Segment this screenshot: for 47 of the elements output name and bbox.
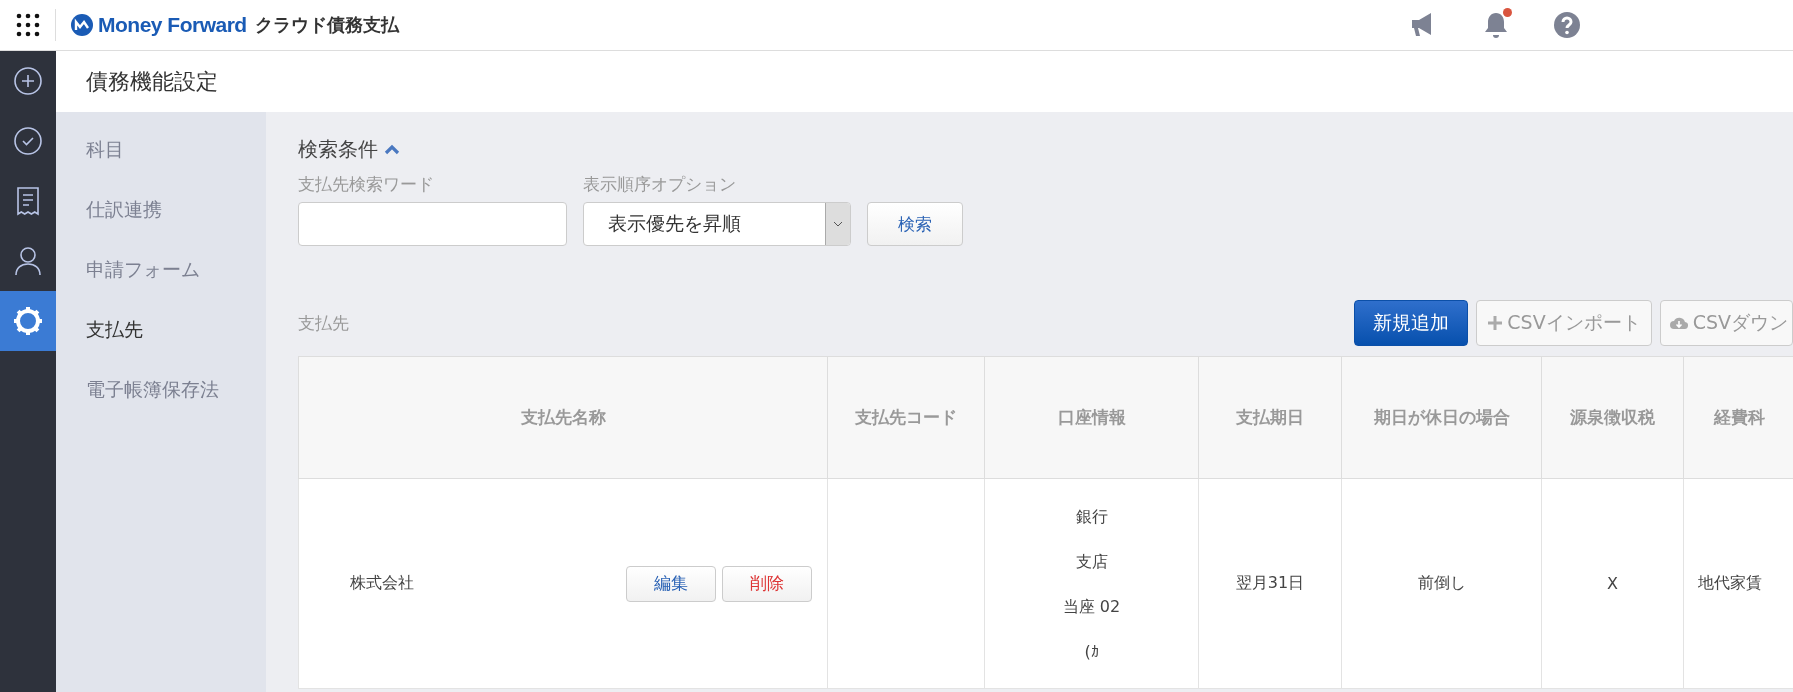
logo-icon: [70, 13, 94, 37]
table-cell: 前倒し: [1341, 478, 1542, 689]
search-button[interactable]: 検索: [867, 202, 963, 246]
plus-circle-icon: [13, 66, 43, 96]
gear-icon: [13, 306, 43, 336]
plus-icon: [1487, 315, 1504, 331]
chevron-up-icon[interactable]: [384, 144, 400, 155]
receipt-icon: [16, 186, 40, 216]
bank-info-line: 銀行: [1074, 505, 1109, 528]
bank-info-line: (ｶ: [1083, 640, 1100, 663]
edit-button[interactable]: 編集: [626, 565, 716, 602]
column-header: 支払先名称: [298, 356, 828, 479]
bell-icon[interactable]: [1483, 10, 1509, 40]
payee-name: 株式会社: [350, 573, 415, 594]
keyword-input-field[interactable]: [298, 202, 567, 246]
subnav-item[interactable]: 科目: [56, 120, 266, 180]
sort-select[interactable]: 表示優先を昇順: [583, 202, 851, 246]
check-circle-icon: [13, 126, 43, 156]
search-conditions-title: 検索条件: [298, 136, 378, 163]
subnav-item[interactable]: 申請フォーム: [56, 240, 266, 300]
column-header: 支払先コード: [827, 356, 985, 479]
delete-button[interactable]: 削除: [722, 565, 812, 602]
field-label: 表示順序オプション: [583, 173, 737, 196]
csv-download-button[interactable]: CSVダウン: [1659, 300, 1793, 346]
subnav-item[interactable]: 電子帳簿保存法: [56, 360, 266, 420]
column-header: 経費科: [1683, 356, 1793, 479]
cloud-download-icon: [1668, 315, 1689, 331]
help-icon[interactable]: [1553, 11, 1581, 39]
column-header: 口座情報: [984, 356, 1199, 479]
subnav-item[interactable]: 仕訳連携: [56, 180, 266, 240]
section-title: 支払先: [298, 311, 349, 335]
product-name: クラウド債務支払: [254, 13, 399, 37]
column-header: 期日が休日の場合: [1341, 356, 1542, 479]
bank-info-line: 支店: [1074, 550, 1109, 573]
field-label: 支払先検索ワード: [298, 173, 435, 196]
caret-icon: [833, 221, 843, 227]
table-cell: X: [1541, 478, 1684, 689]
subnav-item[interactable]: 支払先: [56, 300, 266, 360]
app-grid-icon[interactable]: [15, 13, 40, 37]
add-new-button[interactable]: 新規追加: [1354, 300, 1469, 346]
user-icon: [13, 246, 43, 276]
column-header: 支払期日: [1198, 356, 1342, 479]
csv-import-button[interactable]: CSVインポート: [1476, 300, 1652, 346]
bank-info-line: 当座 02: [1061, 595, 1122, 618]
column-header: 源泉徴収税: [1541, 356, 1684, 479]
brand-logo-text: Money Forward: [98, 13, 247, 37]
table-cell: 翌月31日: [1198, 478, 1342, 689]
